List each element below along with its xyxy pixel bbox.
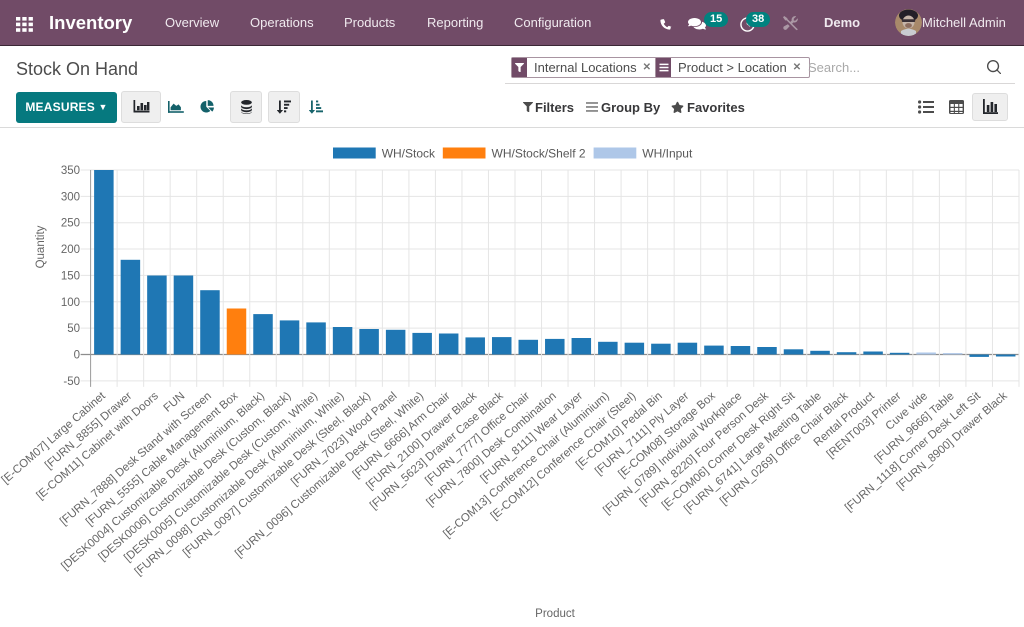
svg-text:300: 300 [61, 191, 80, 203]
svg-text:250: 250 [61, 218, 80, 230]
svg-text:-50: -50 [63, 376, 80, 388]
svg-text:100: 100 [61, 297, 80, 309]
svg-text:Product: Product [535, 608, 575, 620]
svg-text:[E-COM07] Large Cabinet: [E-COM07] Large Cabinet [0, 390, 108, 487]
svg-text:WH/Input: WH/Input [642, 147, 693, 161]
svg-text:50: 50 [67, 323, 80, 335]
svg-text:WH/Stock/Shelf 2: WH/Stock/Shelf 2 [492, 147, 586, 161]
svg-text:Quantity: Quantity [35, 225, 47, 268]
svg-text:200: 200 [61, 244, 80, 256]
svg-text:350: 350 [61, 165, 80, 177]
svg-text:0: 0 [74, 350, 80, 362]
svg-text:150: 150 [61, 270, 80, 282]
svg-text:WH/Stock: WH/Stock [382, 147, 436, 161]
